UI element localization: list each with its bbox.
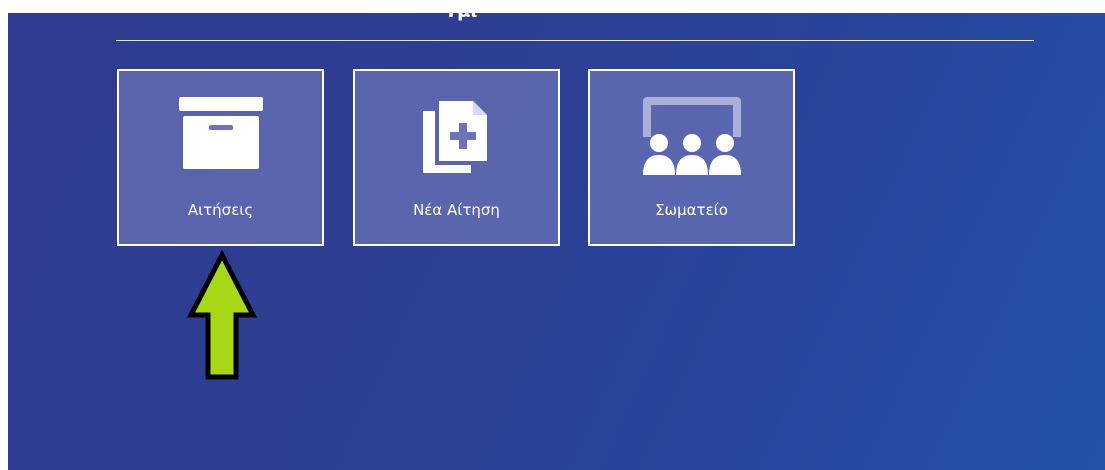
arrow-up-icon [186, 249, 258, 387]
union-members-icon [641, 97, 743, 181]
page-title-fragment: “Τμι [433, 13, 533, 22]
main-panel: “Τμι Αιτήσεις Νέα Αίτηση [8, 13, 1105, 470]
tile-applications[interactable]: Αιτήσεις [117, 69, 324, 246]
archive-box-icon [178, 97, 263, 173]
tile-label: Σωματείο [655, 201, 728, 219]
tile-new-application[interactable]: Νέα Αίτηση [353, 69, 560, 246]
tile-union[interactable]: Σωματείο [588, 69, 795, 246]
tile-label: Αιτήσεις [187, 201, 254, 219]
tile-label: Νέα Αίτηση [413, 201, 500, 219]
divider [116, 40, 1034, 41]
new-document-icon [421, 97, 493, 179]
